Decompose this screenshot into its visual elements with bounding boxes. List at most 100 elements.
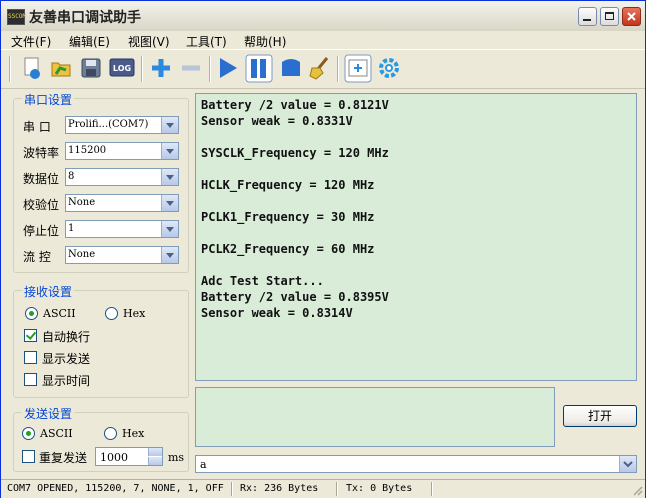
status-separator	[431, 482, 433, 496]
open-file-button[interactable]	[48, 54, 74, 82]
maximize-button[interactable]	[600, 7, 619, 26]
status-separator	[336, 482, 338, 496]
receive-hex-radio[interactable]	[105, 307, 118, 320]
receive-line: SYSCLK_Frequency = 120 MHz	[201, 146, 389, 160]
interval-unit: ms	[168, 451, 185, 464]
interval-value: 1000	[100, 451, 128, 464]
receive-ascii-radio[interactable]	[25, 307, 38, 320]
send-history-value: a	[200, 458, 207, 471]
stopbits-select[interactable]: 1	[65, 220, 179, 238]
minimize-icon	[583, 19, 591, 21]
log-button[interactable]: LOG	[108, 54, 135, 82]
send-text-area[interactable]	[195, 387, 555, 447]
toolbar: LOG	[1, 49, 645, 89]
send-hex-radio[interactable]	[104, 427, 117, 440]
receive-settings-title: 接收设置	[22, 283, 75, 300]
show-send-checkbox[interactable]	[24, 351, 37, 364]
remove-button[interactable]	[178, 54, 204, 82]
repeat-send-label: 重复发送	[39, 451, 88, 465]
play-icon	[220, 58, 237, 78]
menu-help[interactable]: 帮助(H)	[244, 33, 286, 50]
open-port-button[interactable]: 打开	[563, 405, 637, 427]
show-time-checkbox[interactable]	[24, 373, 37, 386]
status-bar: COM7 OPENED, 115200, 7, NONE, 1, OFF Rx:…	[1, 479, 645, 498]
auto-wrap-checkbox[interactable]	[24, 329, 37, 342]
pause-button[interactable]	[245, 54, 273, 83]
flow-select[interactable]: None	[65, 246, 179, 264]
parity-label: 校验位	[23, 198, 60, 212]
parity-select[interactable]: None	[65, 194, 179, 212]
settings-button[interactable]	[376, 54, 402, 82]
broom-icon	[309, 57, 329, 80]
port-select[interactable]: Prolifi...(COM7)	[65, 116, 179, 134]
chevron-down-icon[interactable]	[161, 195, 178, 211]
menu-tools[interactable]: 工具(T)	[186, 33, 227, 50]
port-status: COM7 OPENED, 115200, 7, NONE, 1, OFF	[7, 483, 224, 494]
serial-settings-title: 串口设置	[22, 91, 75, 108]
receive-line: Sensor weak = 0.8314V	[201, 306, 353, 320]
show-send-label: 显示发送	[42, 352, 91, 366]
databits-label: 数据位	[23, 172, 60, 186]
play-button[interactable]	[215, 54, 241, 82]
receive-line: Adc Test Start...	[201, 274, 324, 288]
pause-icon	[245, 54, 273, 83]
chevron-down-icon[interactable]	[161, 143, 178, 159]
toolbar-separator	[141, 56, 143, 82]
chevron-down-icon[interactable]	[161, 117, 178, 133]
close-button[interactable]	[622, 7, 641, 26]
databits-select[interactable]: 8	[65, 168, 179, 186]
send-ascii-label: ASCII	[40, 427, 73, 440]
baud-label: 波特率	[23, 146, 60, 160]
title-bar[interactable]: SSCOM 友善串口调试助手	[1, 1, 645, 32]
receive-hex-label: Hex	[123, 307, 146, 320]
menu-view[interactable]: 视图(V)	[128, 33, 170, 50]
log-icon: LOG	[109, 58, 135, 77]
minimize-button[interactable]	[578, 7, 597, 26]
stop-icon	[282, 59, 300, 76]
chevron-down-icon[interactable]	[161, 221, 178, 237]
add-button[interactable]	[148, 54, 174, 82]
resize-grip-icon[interactable]	[631, 484, 643, 496]
save-button[interactable]	[78, 54, 104, 82]
menu-file[interactable]: 文件(F)	[11, 33, 51, 50]
chevron-down-icon[interactable]	[619, 456, 636, 472]
new-file-icon	[24, 57, 40, 79]
chevron-down-icon[interactable]	[161, 247, 178, 263]
receive-line: HCLK_Frequency = 120 MHz	[201, 178, 375, 192]
send-history-select[interactable]: a	[195, 455, 637, 473]
interval-stepper[interactable]: 1000	[95, 447, 163, 466]
stop-button[interactable]	[278, 54, 304, 82]
stepper-down-icon[interactable]	[148, 457, 162, 465]
show-time-label: 显示时间	[42, 374, 91, 388]
window-title: 友善串口调试助手	[29, 10, 141, 26]
flow-label: 流 控	[23, 250, 51, 264]
port-label: 串 口	[23, 120, 51, 134]
port-value: Prolifi...(COM7)	[68, 119, 149, 130]
menu-edit[interactable]: 编辑(E)	[69, 33, 110, 50]
auto-wrap-label: 自动换行	[42, 330, 91, 344]
close-icon	[627, 12, 636, 21]
repeat-send-checkbox[interactable]	[22, 450, 35, 463]
tx-count: Tx: 0 Bytes	[346, 483, 413, 494]
clear-button[interactable]	[307, 54, 333, 82]
parity-value: None	[68, 197, 96, 208]
baud-select[interactable]: 115200	[65, 142, 179, 160]
send-settings-title: 发送设置	[22, 405, 75, 422]
app-icon: SSCOM	[7, 9, 26, 25]
svg-text:LOG: LOG	[113, 64, 131, 73]
new-window-button[interactable]	[344, 54, 372, 83]
plus-icon	[152, 59, 170, 77]
receive-line: PCLK2_Frequency = 60 MHz	[201, 242, 375, 256]
receive-line: Battery /2 value = 0.8121V	[201, 98, 389, 112]
gear-icon	[379, 58, 399, 78]
send-ascii-radio[interactable]	[22, 427, 35, 440]
toolbar-separator	[337, 56, 339, 82]
minus-icon	[182, 65, 200, 71]
new-button[interactable]	[19, 54, 45, 82]
receive-settings-group: 接收设置	[13, 283, 189, 398]
receive-line: PCLK1_Frequency = 30 MHz	[201, 210, 375, 224]
chevron-down-icon[interactable]	[161, 169, 178, 185]
receive-ascii-label: ASCII	[43, 307, 76, 320]
receive-text-area[interactable]: Battery /2 value = 0.8121V Sensor weak =…	[195, 93, 637, 381]
stepper-up-icon[interactable]	[148, 448, 162, 456]
